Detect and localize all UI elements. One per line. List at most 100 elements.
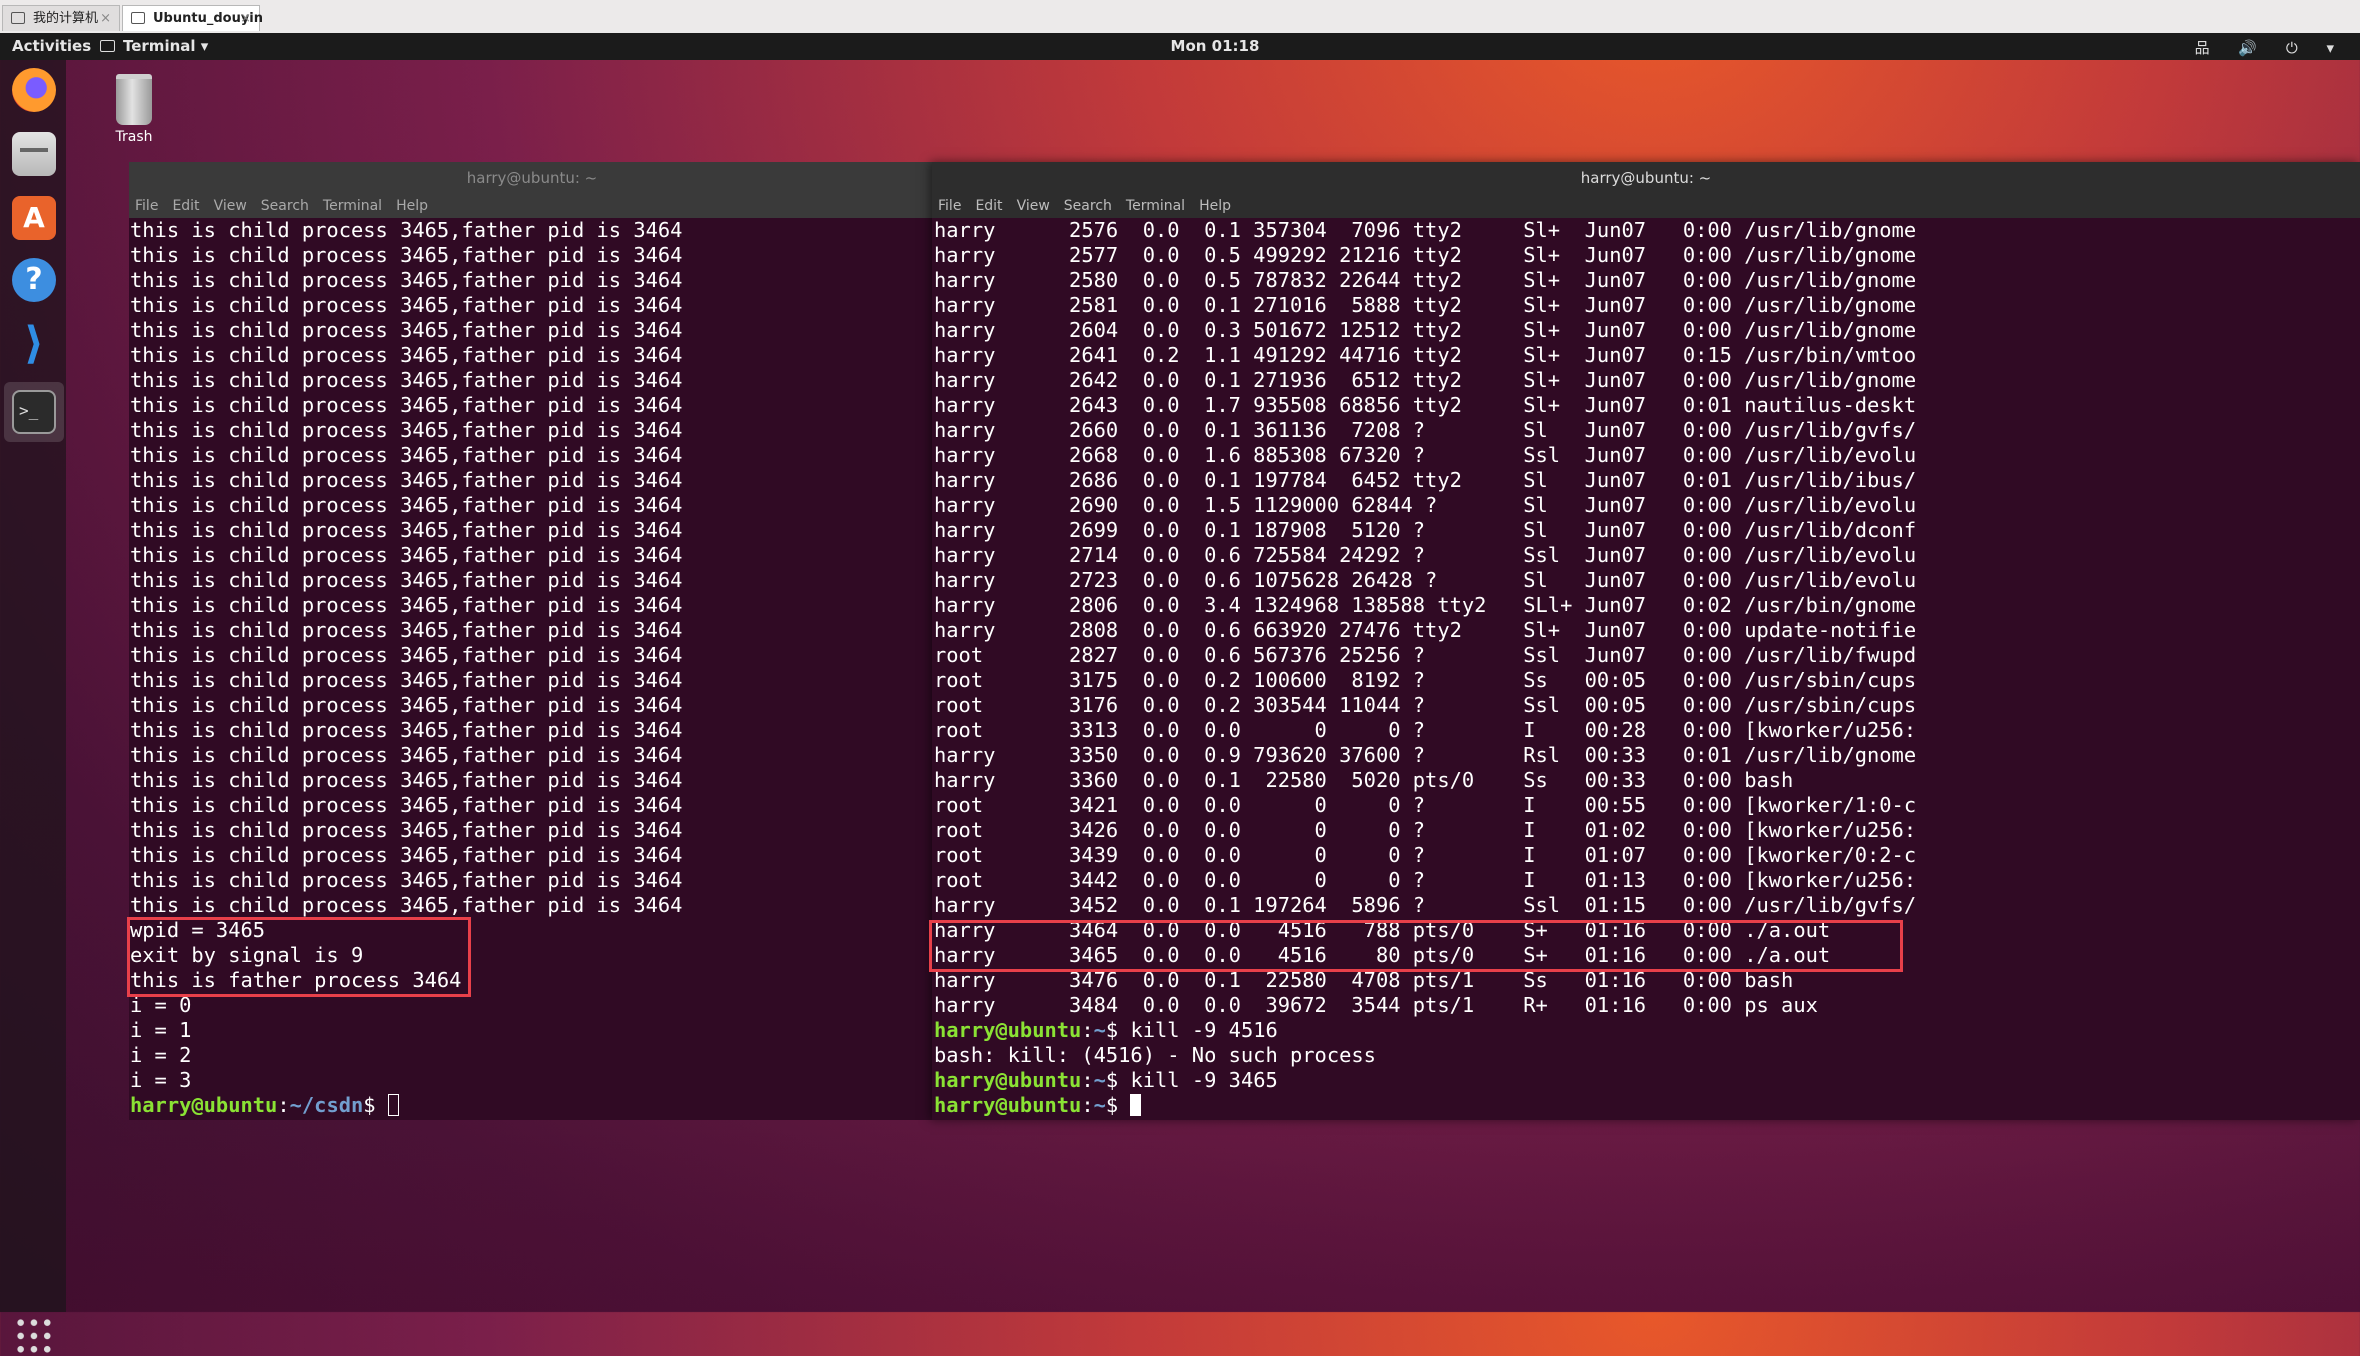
window-title[interactable]: harry@ubuntu: ~ xyxy=(932,162,2360,194)
process-row: harry 2642 0.0 0.1 271936 6512 tty2 Sl+ … xyxy=(934,368,1917,392)
prompt-symbol: $ xyxy=(363,1093,388,1117)
app-menu-button[interactable]: Terminal ▾ xyxy=(100,37,208,55)
desktop-background-band xyxy=(66,1120,2360,1312)
trash-icon xyxy=(116,74,152,125)
terminal-line: this is child process 3465,father pid is… xyxy=(130,768,683,792)
menu-help[interactable]: Help xyxy=(1199,198,1231,214)
dock: A ? ⟩ >_ xyxy=(0,60,66,1356)
host-tab-my-computer[interactable]: 我的计算机 × xyxy=(2,5,120,31)
vm-icon xyxy=(131,12,145,24)
terminal-line: this is child process 3465,father pid is… xyxy=(130,818,683,842)
highlight-box-aout-processes xyxy=(929,920,1903,972)
menu-search[interactable]: Search xyxy=(1064,198,1112,214)
app-menu-label: Terminal ▾ xyxy=(123,37,209,55)
prompt-user: harry@ubuntu xyxy=(934,1068,1082,1092)
menu-view[interactable]: View xyxy=(1017,198,1050,214)
terminal-line: this is child process 3465,father pid is… xyxy=(130,318,683,342)
terminal-line: this is child process 3465,father pid is… xyxy=(130,568,683,592)
process-row: harry 2808 0.0 0.6 663920 27476 tty2 Sl+… xyxy=(934,618,1917,642)
desktop-trash[interactable]: Trash xyxy=(104,74,164,145)
text-cursor xyxy=(387,1094,399,1116)
host-tab-strip: 我的计算机 × Ubuntu_douyin × xyxy=(0,0,2360,34)
prompt-path: ~ xyxy=(1093,1093,1106,1117)
terminal-line: this is child process 3465,father pid is… xyxy=(130,418,683,442)
window-title[interactable]: harry@ubuntu: ~ xyxy=(129,162,935,194)
terminal-line: this is child process 3465,father pid is… xyxy=(130,268,683,292)
process-row: harry 2641 0.2 1.1 491292 44716 tty2 Sl+… xyxy=(934,343,1917,367)
process-row: harry 3350 0.0 0.9 793620 37600 ? Rsl 00… xyxy=(934,743,1917,767)
terminal-line: this is child process 3465,father pid is… xyxy=(130,618,683,642)
terminal-line: this is child process 3465,father pid is… xyxy=(130,468,683,492)
terminal-line: this is child process 3465,father pid is… xyxy=(130,393,683,417)
terminal-prompt-line[interactable]: harry@ubuntu:~$ kill -9 3465 xyxy=(934,1068,2360,1093)
process-row: root 3175 0.0 0.2 100600 8192 ? Ss 00:05… xyxy=(934,668,1917,692)
terminal-icon[interactable]: >_ xyxy=(12,390,56,434)
show-apps-icon[interactable] xyxy=(14,1316,54,1356)
terminal-line: i = 3 xyxy=(130,1068,192,1092)
process-row: root 3176 0.0 0.2 303544 11044 ? Ssl 00:… xyxy=(934,693,1917,717)
terminal-line: this is child process 3465,father pid is… xyxy=(130,668,683,692)
process-row: harry 2660 0.0 0.1 361136 7208 ? Sl Jun0… xyxy=(934,418,1917,442)
files-icon[interactable] xyxy=(12,132,56,176)
menu-terminal[interactable]: Terminal xyxy=(1126,198,1185,214)
text-cursor xyxy=(1130,1094,1142,1116)
terminal-icon xyxy=(100,40,115,52)
terminal-line: i = 2 xyxy=(130,1043,192,1067)
vscode-icon[interactable]: ⟩ xyxy=(12,322,56,366)
close-icon[interactable]: × xyxy=(100,6,111,32)
menu-edit[interactable]: Edit xyxy=(975,198,1002,214)
process-row: root 3426 0.0 0.0 0 0 ? I 01:02 0:00 [kw… xyxy=(934,818,1917,842)
process-row: root 3421 0.0 0.0 0 0 ? I 00:55 0:00 [kw… xyxy=(934,793,1917,817)
process-row: harry 3360 0.0 0.1 22580 5020 pts/0 Ss 0… xyxy=(934,768,1794,792)
terminal-output[interactable]: harry 2576 0.0 0.1 357304 7096 tty2 Sl+ … xyxy=(933,218,2360,1120)
process-row: harry 2690 0.0 1.5 1129000 62844 ? Sl Ju… xyxy=(934,493,1917,517)
terminal-prompt-line[interactable]: harry@ubuntu:~$ kill -9 4516 xyxy=(934,1018,2360,1043)
terminal-line: this is child process 3465,father pid is… xyxy=(130,368,683,392)
firefox-icon[interactable] xyxy=(12,68,56,112)
terminal-line: this is child process 3465,father pid is… xyxy=(130,443,683,467)
prompt-path: ~/csdn xyxy=(289,1093,364,1117)
prompt-user: harry@ubuntu xyxy=(934,1093,1082,1117)
terminal-line: this is child process 3465,father pid is… xyxy=(130,343,683,367)
terminal-line: this is child process 3465,father pid is… xyxy=(130,493,683,517)
menu-file[interactable]: File xyxy=(938,198,961,214)
host-tab-ubuntu[interactable]: Ubuntu_douyin × xyxy=(122,5,263,32)
terminal-line: this is child process 3465,father pid is… xyxy=(130,718,683,742)
close-icon[interactable]: × xyxy=(240,6,251,32)
terminal-prompt-line[interactable]: harry@ubuntu:~$ xyxy=(934,1093,2360,1118)
terminal-line: this is child process 3465,father pid is… xyxy=(130,643,683,667)
menu-bar: File Edit View Search Terminal Help xyxy=(932,194,2360,218)
process-row: root 3442 0.0 0.0 0 0 ? I 01:13 0:00 [kw… xyxy=(934,868,1917,892)
software-center-icon[interactable]: A xyxy=(12,196,56,240)
help-icon[interactable]: ? xyxy=(12,258,56,302)
trash-label: Trash xyxy=(115,129,153,145)
menu-help[interactable]: Help xyxy=(396,198,428,214)
activities-button[interactable]: Activities xyxy=(12,37,91,55)
terminal-line: this is child process 3465,father pid is… xyxy=(130,218,683,242)
process-row: harry 2604 0.0 0.3 501672 12512 tty2 Sl+… xyxy=(934,318,1917,342)
process-row: harry 2577 0.0 0.5 499292 21216 tty2 Sl+… xyxy=(934,243,1917,267)
gnome-top-bar: Activities Terminal ▾ Mon 01:18 品 🔊 ⏻ ▾ xyxy=(0,33,2360,60)
system-tray[interactable]: 品 🔊 ⏻ ▾ xyxy=(2195,37,2346,58)
prompt-colon: : xyxy=(1081,1018,1094,1042)
terminal-prompt-line[interactable]: harry@ubuntu:~/csdn$ xyxy=(130,1093,935,1118)
command-text: kill -9 3465 xyxy=(1130,1068,1278,1092)
prompt-user: harry@ubuntu xyxy=(934,1018,1082,1042)
process-row: root 2827 0.0 0.6 567376 25256 ? Ssl Jun… xyxy=(934,643,1917,667)
terminal-line: this is child process 3465,father pid is… xyxy=(130,893,683,917)
menu-search[interactable]: Search xyxy=(261,198,309,214)
prompt-colon: : xyxy=(1081,1093,1094,1117)
menu-terminal[interactable]: Terminal xyxy=(323,198,382,214)
clock[interactable]: Mon 01:18 xyxy=(1160,37,1270,55)
computer-icon xyxy=(11,12,25,24)
menu-edit[interactable]: Edit xyxy=(172,198,199,214)
highlight-box-exit-status xyxy=(127,917,471,997)
process-row: root 3439 0.0 0.0 0 0 ? I 01:07 0:00 [kw… xyxy=(934,843,1917,867)
terminal-line: this is child process 3465,father pid is… xyxy=(130,743,683,767)
process-row: root 3313 0.0 0.0 0 0 ? I 00:28 0:00 [kw… xyxy=(934,718,1917,742)
menu-view[interactable]: View xyxy=(214,198,247,214)
menu-file[interactable]: File xyxy=(135,198,158,214)
terminal-line: this is child process 3465,father pid is… xyxy=(130,543,683,567)
prompt-colon: : xyxy=(1081,1068,1094,1092)
terminal-window-right[interactable]: harry@ubuntu: ~ File Edit View Search Termin… xyxy=(932,162,2360,1120)
